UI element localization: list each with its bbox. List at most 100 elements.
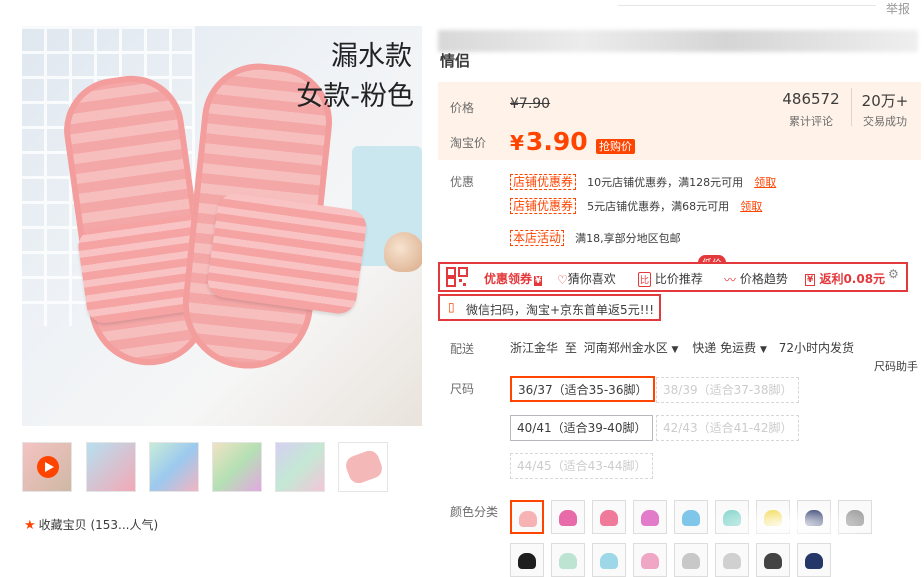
ship-to-select[interactable]: 河南郑州金水区 ▼ <box>584 341 679 355</box>
taobao-price-label: 淘宝价 <box>450 136 487 150</box>
slipper-icon <box>600 510 618 526</box>
thumbnail-6[interactable] <box>338 442 388 492</box>
color-swatch[interactable] <box>633 543 667 577</box>
color-swatch[interactable] <box>551 543 585 577</box>
trend-tool[interactable]: 〰 价格趋势 <box>724 270 788 288</box>
thumbnail-3[interactable] <box>149 442 199 492</box>
activity-text: 满18,享部分地区包邮 <box>575 232 681 245</box>
slipper-icon <box>641 553 659 569</box>
guess-tool-label: 猜你喜欢 <box>567 272 616 286</box>
claim-link[interactable]: 领取 <box>740 200 762 213</box>
thumbnail-5[interactable] <box>275 442 325 492</box>
rush-price-tag: 抢购价 <box>596 139 635 154</box>
rebate-tool-label: 返利0.08元 <box>819 272 886 286</box>
image-caption-line2: 女款-粉色 <box>296 81 414 112</box>
phone-icon: ▯ <box>448 300 455 314</box>
image-caption-line1: 漏水款 <box>331 41 412 72</box>
slipper-icon <box>600 553 618 569</box>
wechat-scan-banner[interactable]: ▯ 微信扫码，淘宝+京东首单返5元!!! <box>438 294 661 321</box>
slipper-icon <box>559 553 577 569</box>
current-price-value: 3.90 <box>525 127 588 156</box>
report-link[interactable]: 举报 <box>886 0 910 17</box>
slipper-icon <box>641 510 659 526</box>
gift-icon: ¥ <box>805 273 816 286</box>
favorite-link[interactable]: ★ 收藏宝贝 (153...人气) <box>24 516 158 533</box>
original-price: ¥7.90 <box>510 96 551 112</box>
current-price: ¥3.90 <box>510 127 588 156</box>
thumbnail-video[interactable] <box>22 442 72 492</box>
color-swatch[interactable] <box>592 543 626 577</box>
slipper-icon <box>764 553 782 569</box>
activity-tag: 本店活动 <box>510 230 565 246</box>
coupon-tool-label: 优惠领券 <box>484 272 533 286</box>
size-option[interactable]: 36/37（适合35-36脚） <box>510 376 656 402</box>
top-divider <box>618 5 876 6</box>
main-product-image[interactable]: 漏水款 女款-粉色 <box>22 26 422 426</box>
qr-code-icon[interactable] <box>446 267 468 290</box>
color-swatch[interactable] <box>797 543 831 577</box>
coupon-text: 10元店铺优惠券，满128元可用 <box>587 176 744 189</box>
rebate-tool[interactable]: ¥ 返利0.08元 <box>805 270 885 287</box>
thumbnail-4[interactable] <box>212 442 262 492</box>
promo-row-1: 店铺优惠券 10元店铺优惠券，满128元可用 领取 <box>510 171 776 190</box>
guess-tool[interactable]: ♡猜你喜欢 <box>557 270 616 287</box>
color-swatch[interactable] <box>551 500 585 534</box>
color-swatch[interactable] <box>510 500 544 534</box>
ship-from: 浙江金华 <box>510 341 559 355</box>
favorite-label: 收藏宝贝 (153...人气) <box>38 518 159 532</box>
size-helper-link[interactable]: 尺码助手 <box>874 358 918 374</box>
shell-decor <box>384 232 422 272</box>
trend-tool-label: 价格趋势 <box>739 272 788 286</box>
color-swatch[interactable] <box>592 500 626 534</box>
claim-link[interactable]: 领取 <box>754 176 776 189</box>
reviews-count[interactable]: 486572 <box>776 90 846 108</box>
ship-method: 快递 免运费 <box>692 341 757 355</box>
size-option[interactable]: 40/41（适合39-40脚） <box>510 415 654 441</box>
color-swatch[interactable] <box>715 543 749 577</box>
slipper-icon <box>559 510 577 526</box>
slipper-right-strap <box>205 191 369 316</box>
play-icon <box>37 456 59 478</box>
coupon-tag: 店铺优惠券 <box>510 198 577 214</box>
coupon-tag: 店铺优惠券 <box>510 174 577 190</box>
reviews-label: 累计评论 <box>789 115 833 128</box>
heart-icon: ♡ <box>557 272 568 287</box>
caret-down-icon: ▼ <box>759 345 767 355</box>
thumbnail-2[interactable] <box>86 442 136 492</box>
product-title-blurred <box>438 30 918 52</box>
ship-to: 河南郑州金水区 <box>583 341 668 355</box>
ship-method-select[interactable]: 快递 免运费 ▼ <box>692 341 767 355</box>
promo-row-3: 本店活动 满18,享部分地区包邮 <box>510 227 681 246</box>
stats-divider <box>851 88 852 126</box>
compare-tool[interactable]: 比 比价推荐 <box>638 270 703 287</box>
color-swatch[interactable] <box>510 543 544 577</box>
product-title: 情侣 <box>440 52 471 70</box>
promo-row-2: 店铺优惠券 5元店铺优惠券，满68元可用 领取 <box>510 195 762 214</box>
settings-gear-icon[interactable]: ⚙ <box>888 267 899 281</box>
currency-symbol: ¥ <box>510 131 524 155</box>
slipper-icon <box>723 553 741 569</box>
slipper-icon <box>682 553 700 569</box>
coupon-tool[interactable]: 优惠领券 ¥ <box>484 270 543 287</box>
compare-tool-label: 比价推荐 <box>654 272 703 286</box>
sales-count: 20万+ <box>861 92 909 110</box>
sales-label: 交易成功 <box>863 115 907 128</box>
price-label: 价格 <box>450 101 475 115</box>
yen-icon: ¥ <box>534 276 543 286</box>
promo-label: 优惠 <box>450 175 475 189</box>
slipper-icon <box>805 553 823 569</box>
ship-time: 72小时内发货 <box>778 341 854 355</box>
plugin-toolbar: 优惠领券 ¥ ♡猜你喜欢 比 比价推荐 〰 价格趋势 ¥ 返利0.08元 ⚙ <box>438 262 908 292</box>
size-option: 44/45（适合43-44脚） <box>510 453 654 479</box>
size-option: 42/43（适合41-42脚） <box>656 415 800 441</box>
color-swatch[interactable] <box>674 543 708 577</box>
slipper-icon <box>518 553 536 569</box>
caret-down-icon: ▼ <box>671 345 679 355</box>
shipping-info: 浙江金华 至 河南郑州金水区 ▼ 快递 免运费 ▼ 72小时内发货 <box>510 339 854 356</box>
color-swatch[interactable] <box>756 543 790 577</box>
shipping-label: 配送 <box>450 342 475 356</box>
color-swatch[interactable] <box>633 500 667 534</box>
coupon-text: 5元店铺优惠券，满68元可用 <box>587 200 730 213</box>
compare-icon: 比 <box>638 272 652 287</box>
slipper-icon <box>682 510 700 526</box>
